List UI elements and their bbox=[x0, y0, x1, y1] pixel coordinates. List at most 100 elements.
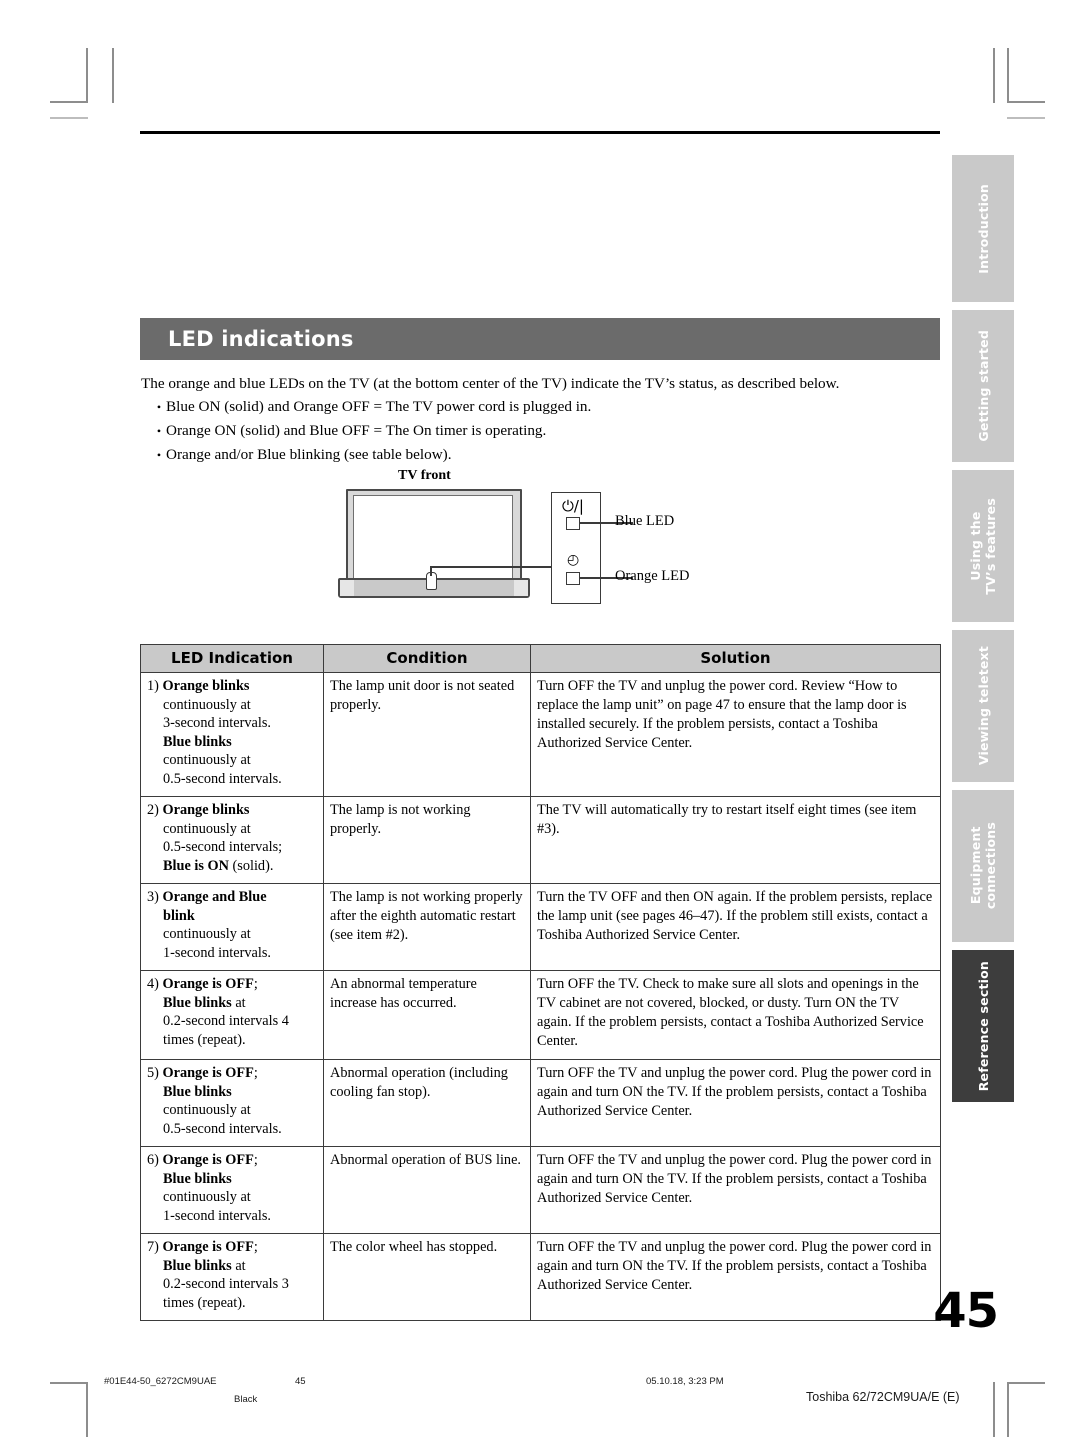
indication-line: 1-second intervals. bbox=[147, 944, 317, 963]
table-row: 2) Orange blinks continuously at 0.5-secon… bbox=[140, 796, 941, 884]
list-item: • Orange ON (solid) and Blue OFF = The O… bbox=[152, 419, 942, 443]
indication-line: continuously at bbox=[147, 1101, 317, 1120]
indication-line: 1) Orange blinks bbox=[147, 677, 317, 696]
footer-doc-code: #01E44-50_6272CM9UAE bbox=[104, 1376, 217, 1387]
indication-line: Blue blinks at bbox=[147, 1257, 317, 1276]
section-tab-rail: Introduction Getting started Using the TV’… bbox=[952, 155, 1014, 1110]
section-banner: LED indications bbox=[140, 318, 940, 360]
callout-connector-vertical bbox=[430, 566, 432, 576]
row-number: 5) bbox=[147, 1065, 163, 1081]
indication-text: 0.5-second intervals; bbox=[163, 839, 283, 855]
section-tab-6[interactable]: Reference section bbox=[952, 950, 1014, 1102]
indication-line: 2) Orange blinks bbox=[147, 801, 317, 820]
column-header-condition: Condition bbox=[323, 644, 531, 673]
indication-suffix: at bbox=[231, 1257, 246, 1274]
section-tab-3[interactable]: Using the TV’s features bbox=[952, 470, 1014, 622]
indication-text: continuously at bbox=[163, 696, 251, 713]
list-item: • Blue ON (solid) and Orange OFF = The T… bbox=[152, 395, 942, 419]
cell-condition: The lamp is not working properly after t… bbox=[323, 883, 531, 971]
indication-line: 0.2-second intervals 4 bbox=[147, 1012, 317, 1031]
led-indication-table: LED Indication Condition Solution 1) Ora… bbox=[140, 644, 941, 1321]
indication-line: Blue is ON (solid). bbox=[147, 857, 317, 876]
indication-line: continuously at bbox=[147, 696, 317, 715]
cell-led-indication: 4) Orange is OFF; Blue blinks at 0.2-secon… bbox=[140, 970, 324, 1060]
cell-condition: The lamp is not working properly. bbox=[323, 796, 531, 884]
indication-suffix: ; bbox=[253, 1152, 258, 1168]
table-row: 7) Orange is OFF; Blue blinks at 0.2-secon… bbox=[140, 1233, 941, 1321]
section-tab-5[interactable]: Equipment connections bbox=[952, 790, 1014, 942]
indication-line: times (repeat). bbox=[147, 1294, 317, 1313]
cell-solution: Turn OFF the TV and unplug the power cor… bbox=[530, 672, 941, 797]
cell-led-indication: 6) Orange is OFF; Blue blinks continuously… bbox=[140, 1146, 324, 1234]
indication-text: Orange is OFF bbox=[162, 976, 254, 992]
table-row: 4) Orange is OFF; Blue blinks at 0.2-secon… bbox=[140, 970, 941, 1060]
column-header-solution: Solution bbox=[530, 644, 941, 673]
indication-line: Blue blinks bbox=[147, 1170, 317, 1189]
column-header-led-indication: LED Indication bbox=[140, 644, 324, 673]
indication-text: times (repeat). bbox=[163, 1031, 246, 1048]
indication-text: continuously at bbox=[163, 926, 251, 942]
indication-suffix: at bbox=[231, 994, 246, 1011]
power-standby-icon: ⏻/| bbox=[562, 497, 584, 515]
footer-timestamp: 05.10.18, 3:23 PM bbox=[646, 1376, 724, 1387]
indication-text: 3-second intervals. bbox=[163, 715, 271, 731]
footer-model: Toshiba 62/72CM9UA/E (E) bbox=[806, 1390, 960, 1404]
tv-front-diagram: TV front ⏻/| Blue LED ◴ Orange LED bbox=[330, 466, 730, 626]
header-rule bbox=[140, 131, 940, 134]
indication-line: 7) Orange is OFF; bbox=[147, 1238, 317, 1257]
page-number: 45 bbox=[933, 1283, 999, 1339]
indication-text: 1-second intervals. bbox=[163, 1207, 271, 1224]
cell-condition: Abnormal operation of BUS line. bbox=[323, 1146, 531, 1234]
indication-text: Blue blinks bbox=[163, 733, 232, 750]
indication-text: continuously at bbox=[163, 1102, 251, 1118]
footer-color-plate: Black bbox=[234, 1394, 258, 1405]
indication-suffix: ; bbox=[253, 1065, 258, 1081]
indication-text: Blue blinks bbox=[163, 1170, 232, 1187]
indication-suffix: ; bbox=[253, 1239, 258, 1255]
tv-base-left-speaker bbox=[340, 580, 354, 596]
cell-led-indication: 1) Orange blinks continuously at 3-second … bbox=[140, 672, 324, 797]
cell-solution: Turn OFF the TV and unplug the power cor… bbox=[530, 1059, 941, 1147]
table-header-row: LED Indication Condition Solution bbox=[140, 644, 941, 673]
indication-text: Orange is OFF bbox=[162, 1239, 254, 1255]
cell-solution: Turn OFF the TV and unplug the power cor… bbox=[530, 1146, 941, 1234]
indication-line: 5) Orange is OFF; bbox=[147, 1064, 317, 1083]
indication-line: continuously at bbox=[147, 820, 317, 839]
list-item-label: Orange ON (solid) and Blue OFF = The On … bbox=[166, 422, 547, 439]
cell-solution: Turn the TV OFF and then ON again. If th… bbox=[530, 883, 941, 971]
cell-solution: Turn OFF the TV and unplug the power cor… bbox=[530, 1233, 941, 1321]
cell-solution: Turn OFF the TV. Check to make sure all … bbox=[530, 970, 941, 1060]
section-tab-1[interactable]: Introduction bbox=[952, 155, 1014, 302]
section-tab-4[interactable]: Viewing teletext bbox=[952, 630, 1014, 782]
callout-connector-horizontal bbox=[430, 566, 552, 568]
page-title: LED indications bbox=[168, 327, 354, 351]
table-row: 6) Orange is OFF; Blue blinks continuously… bbox=[140, 1146, 941, 1234]
indication-text: Blue blinks bbox=[163, 1257, 232, 1274]
intro-paragraph: The orange and blue LEDs on the TV (at t… bbox=[141, 375, 840, 392]
indication-line: 1-second intervals. bbox=[147, 1207, 317, 1226]
cell-led-indication: 5) Orange is OFF; Blue blinks continuously… bbox=[140, 1059, 324, 1147]
section-tab-2[interactable]: Getting started bbox=[952, 310, 1014, 462]
orange-led-label: Orange LED bbox=[615, 568, 690, 584]
indication-text: Orange is OFF bbox=[162, 1065, 254, 1081]
indication-line: 4) Orange is OFF; bbox=[147, 975, 317, 994]
table-row: 3) Orange and Blue blink continuously at 1-… bbox=[140, 883, 941, 971]
section-tab-label: Reference section bbox=[975, 960, 991, 1092]
indication-text: times (repeat). bbox=[163, 1294, 246, 1311]
indication-text: continuously at bbox=[163, 820, 251, 837]
indication-text: Orange is OFF bbox=[162, 1152, 254, 1168]
cell-led-indication: 7) Orange is OFF; Blue blinks at 0.2-secon… bbox=[140, 1233, 324, 1321]
list-item: • Orange and/or Blue blinking (see table… bbox=[152, 443, 942, 467]
bullet-icon: • bbox=[156, 424, 162, 438]
indication-suffix: (solid). bbox=[228, 857, 274, 874]
indication-text: 1-second intervals. bbox=[163, 944, 271, 961]
indication-line: continuously at bbox=[147, 751, 317, 770]
indication-text: 0.2-second intervals 3 bbox=[163, 1276, 289, 1292]
indication-line: Blue blinks bbox=[147, 1083, 317, 1102]
row-number: 6) bbox=[147, 1152, 163, 1168]
indication-line: times (repeat). bbox=[147, 1031, 317, 1050]
cell-condition: Abnormal operation (including cooling fa… bbox=[323, 1059, 531, 1147]
indication-line: Blue blinks at bbox=[147, 994, 317, 1013]
indication-line: continuously at bbox=[147, 1188, 317, 1207]
blue-led-label: Blue LED bbox=[615, 513, 675, 529]
